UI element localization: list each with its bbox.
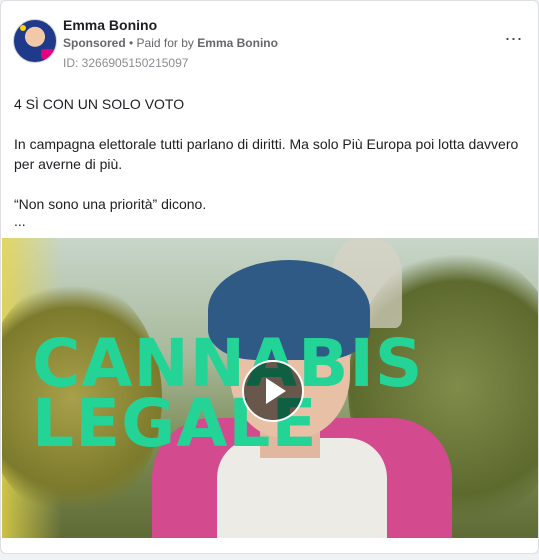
play-button[interactable] — [242, 360, 304, 422]
paid-for-prefix: • Paid for by — [129, 36, 194, 50]
avatar-party-badge — [41, 49, 55, 59]
author-name[interactable]: Emma Bonino — [63, 17, 157, 33]
post-text: 4 SÌ CON UN SOLO VOTO In campagna eletto… — [14, 94, 524, 228]
avatar-star-decoration — [20, 25, 26, 31]
more-options-icon[interactable]: ⋯ — [502, 29, 524, 49]
play-icon — [266, 378, 286, 404]
post-text-line-1: 4 SÌ CON UN SOLO VOTO — [14, 96, 185, 112]
ad-card: Emma Bonino Sponsored • Paid for by Emma… — [0, 0, 539, 554]
post-text-line-2: In campagna elettorale tutti parlano di … — [14, 136, 519, 172]
video-thumbnail[interactable]: CANNABIS LEGALE — [2, 238, 538, 538]
post-text-line-3: “Non sono una priorità” dicono. — [14, 196, 207, 212]
sponsored-label: Sponsored — [63, 36, 126, 50]
post-header: Emma Bonino Sponsored • Paid for by Emma… — [13, 15, 526, 71]
ad-id: ID: 3266905150215097 — [63, 56, 189, 70]
advertiser-name[interactable]: Emma Bonino — [197, 36, 278, 50]
sponsor-line: Sponsored • Paid for by Emma Bonino — [63, 36, 278, 50]
see-more-ellipsis[interactable]: ... — [14, 214, 524, 228]
avatar[interactable] — [13, 19, 57, 63]
